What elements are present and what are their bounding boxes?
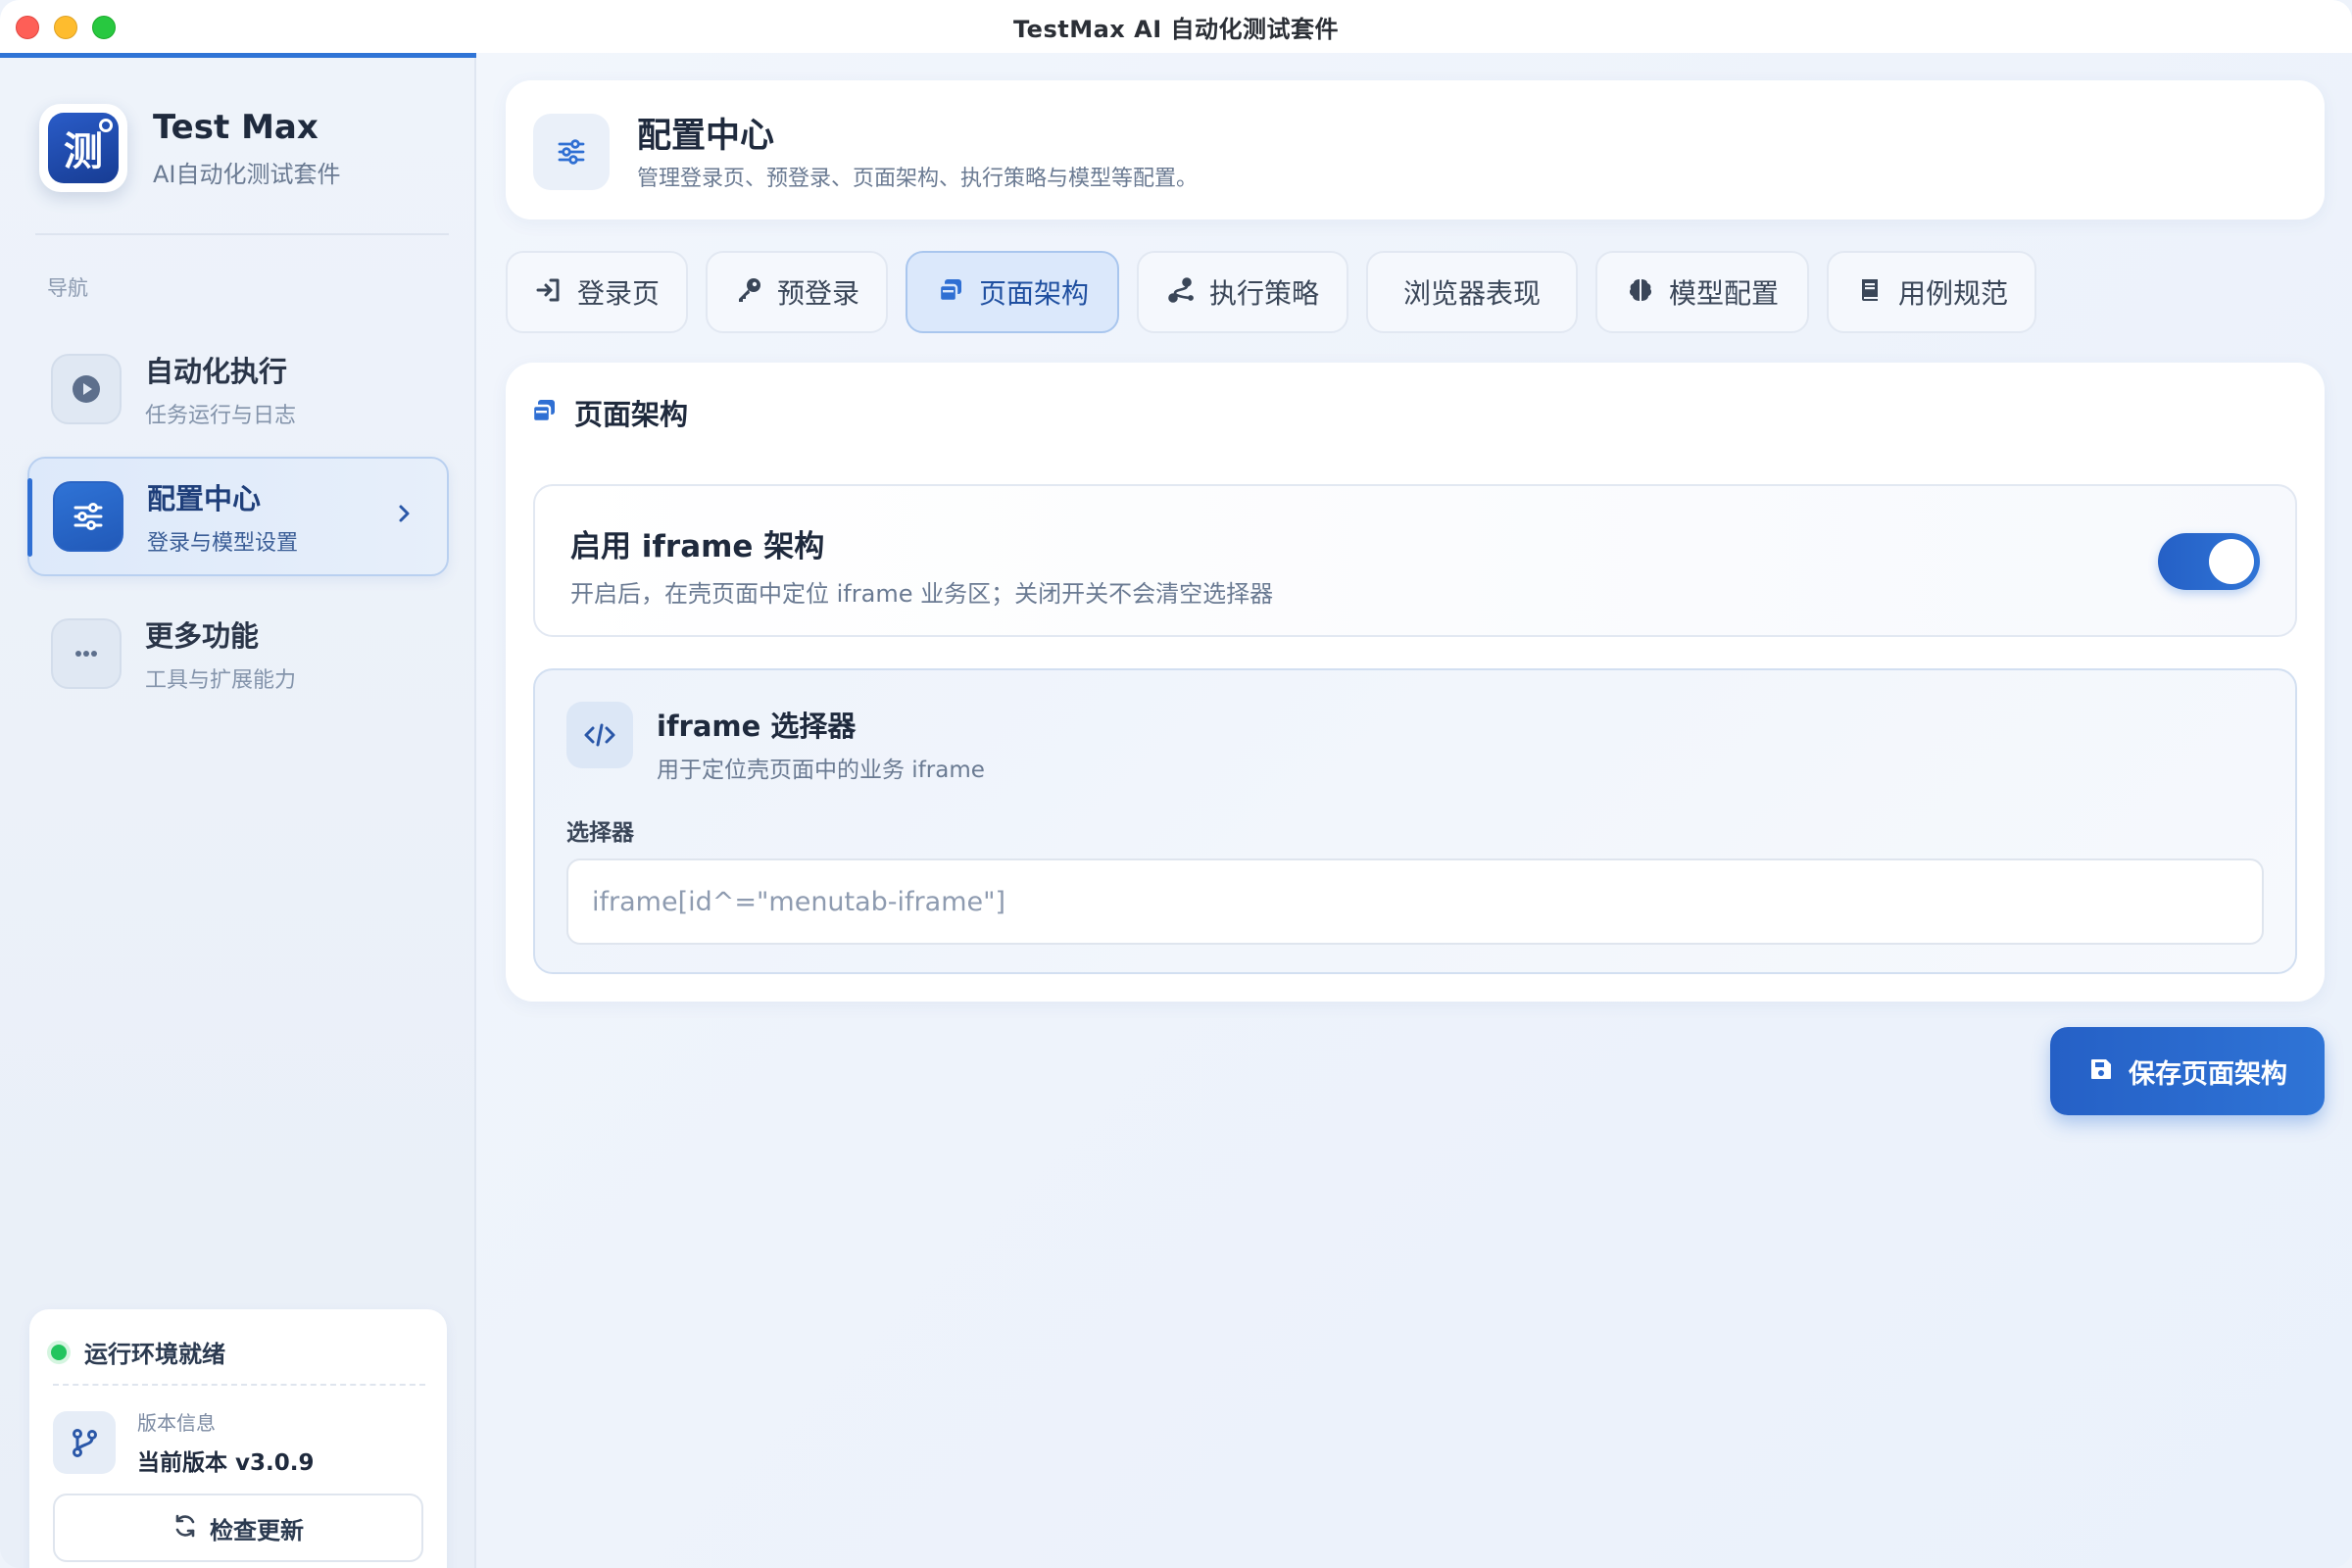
tab-label: 浏览器表现 — [1402, 277, 1541, 310]
tab-label: 预登录 — [776, 277, 859, 310]
app-logo: 测 — [39, 104, 127, 192]
title-bar: TestMax AI 自动化测试套件 — [0, 0, 2352, 53]
selector-title: iframe 选择器 — [657, 710, 857, 743]
app-window: TestMax AI 自动化测试套件 测 Test Max AI自动化测试套件 … — [0, 0, 2352, 1568]
play-icon — [51, 354, 122, 424]
selector-field-label: 选择器 — [566, 820, 634, 846]
iframe-selector-card: iframe 选择器 用于定位壳页面中的业务 iframe 选择器 — [533, 668, 2297, 974]
sidebar-item-subtitle: 任务运行与日志 — [145, 404, 297, 428]
tab-case-spec[interactable]: 用例规范 — [1827, 251, 2036, 333]
brain-icon — [1626, 275, 1655, 309]
sidebar-accent-line — [0, 53, 476, 58]
tab-model-config[interactable]: 模型配置 — [1595, 251, 1809, 333]
brand-name: Test Max — [153, 107, 318, 147]
brand: 测 Test Max AI自动化测试套件 — [39, 104, 341, 192]
refresh-icon — [172, 1513, 198, 1543]
tab-label: 模型配置 — [1668, 277, 1779, 310]
status-divider — [53, 1384, 425, 1386]
brand-subtitle: AI自动化测试套件 — [153, 160, 341, 188]
selector-description: 用于定位壳页面中的业务 iframe — [657, 758, 985, 783]
sidebar-divider — [35, 233, 449, 235]
iframe-selector-input[interactable] — [566, 858, 2264, 945]
save-icon — [2087, 1055, 2115, 1087]
window-controls — [16, 16, 116, 39]
key-icon — [734, 275, 763, 309]
tab-label: 执行策略 — [1208, 277, 1319, 310]
tab-pre-login[interactable]: 预登录 — [706, 251, 888, 333]
toggle-title: 启用 iframe 架构 — [570, 529, 825, 564]
status-indicator-icon — [51, 1344, 67, 1360]
zoom-window-button[interactable] — [92, 16, 116, 39]
book-icon — [1855, 275, 1885, 309]
version-value: 当前版本 v3.0.9 — [137, 1450, 315, 1476]
minimize-window-button[interactable] — [54, 16, 77, 39]
environment-status: 运行环境就绪 — [84, 1341, 225, 1368]
sidebar-item-config[interactable]: 配置中心 登录与模型设置 — [27, 457, 449, 576]
sign-in-icon — [534, 275, 564, 309]
route-icon — [1166, 275, 1196, 309]
window-icon — [529, 396, 559, 429]
status-card: 运行环境就绪 版本信息 当前版本 v3.0.9 检查更新 — [29, 1309, 447, 1568]
iframe-toggle-card: 启用 iframe 架构 开启后，在壳页面中定位 iframe 业务区；关闭开关… — [533, 484, 2297, 637]
save-button-label: 保存页面架构 — [2129, 1058, 2287, 1090]
app-logo-mark: 测 — [48, 113, 119, 183]
toggle-description: 开启后，在壳页面中定位 iframe 业务区；关闭开关不会清空选择器 — [570, 580, 1274, 608]
sidebar-item-title: 更多功能 — [145, 619, 260, 653]
check-update-button[interactable]: 检查更新 — [53, 1494, 423, 1562]
git-branch-icon — [53, 1410, 116, 1474]
tab-execution-strategy[interactable]: 执行策略 — [1137, 251, 1348, 333]
sliders-icon — [533, 114, 610, 190]
page-subtitle: 管理登录页、预登录、页面架构、执行策略与模型等配置。 — [637, 167, 1199, 191]
tab-browser-behavior[interactable]: 浏览器表现 — [1366, 251, 1578, 333]
app-logo-char: 测 — [64, 129, 103, 174]
version-label: 版本信息 — [137, 1411, 216, 1435]
tab-label: 用例规范 — [1897, 277, 2008, 310]
window-icon — [936, 275, 965, 309]
tab-page-architecture[interactable]: 页面架构 — [906, 251, 1119, 333]
close-window-button[interactable] — [16, 16, 39, 39]
tab-label: 登录页 — [576, 277, 660, 310]
page-title: 配置中心 — [637, 117, 775, 156]
ai-badge-icon — [99, 119, 113, 132]
sidebar-item-title: 配置中心 — [147, 482, 262, 515]
nav-caption: 导航 — [47, 276, 88, 300]
sidebar-item-subtitle: 登录与模型设置 — [147, 531, 299, 556]
tab-label: 页面架构 — [978, 277, 1089, 310]
sidebar-item-automation[interactable]: 自动化执行 任务运行与日志 — [27, 329, 449, 449]
section-title: 页面架构 — [574, 398, 689, 431]
save-page-architecture-button[interactable]: 保存页面架构 — [2050, 1027, 2325, 1115]
sidebar: 测 Test Max AI自动化测试套件 导航 自动化执行 任务运行与日志 配置… — [0, 53, 476, 1568]
more-icon — [51, 618, 122, 689]
sliders-icon — [53, 481, 123, 552]
chevron-right-icon — [394, 502, 414, 529]
tab-login-page[interactable]: 登录页 — [506, 251, 688, 333]
window-title: TestMax AI 自动化测试套件 — [1013, 15, 1339, 43]
page-architecture-section: 页面架构 启用 iframe 架构 开启后，在壳页面中定位 iframe 业务区… — [506, 363, 2325, 1002]
sidebar-item-title: 自动化执行 — [145, 355, 288, 388]
check-update-label: 检查更新 — [210, 1516, 304, 1544]
sidebar-item-subtitle: 工具与扩展能力 — [145, 668, 297, 693]
toggle-knob — [2209, 539, 2254, 584]
iframe-enable-toggle[interactable] — [2158, 533, 2260, 590]
page-header: 配置中心 管理登录页、预登录、页面架构、执行策略与模型等配置。 — [506, 80, 2325, 220]
sidebar-item-more[interactable]: 更多功能 工具与扩展能力 — [27, 594, 449, 713]
code-icon — [566, 702, 633, 768]
